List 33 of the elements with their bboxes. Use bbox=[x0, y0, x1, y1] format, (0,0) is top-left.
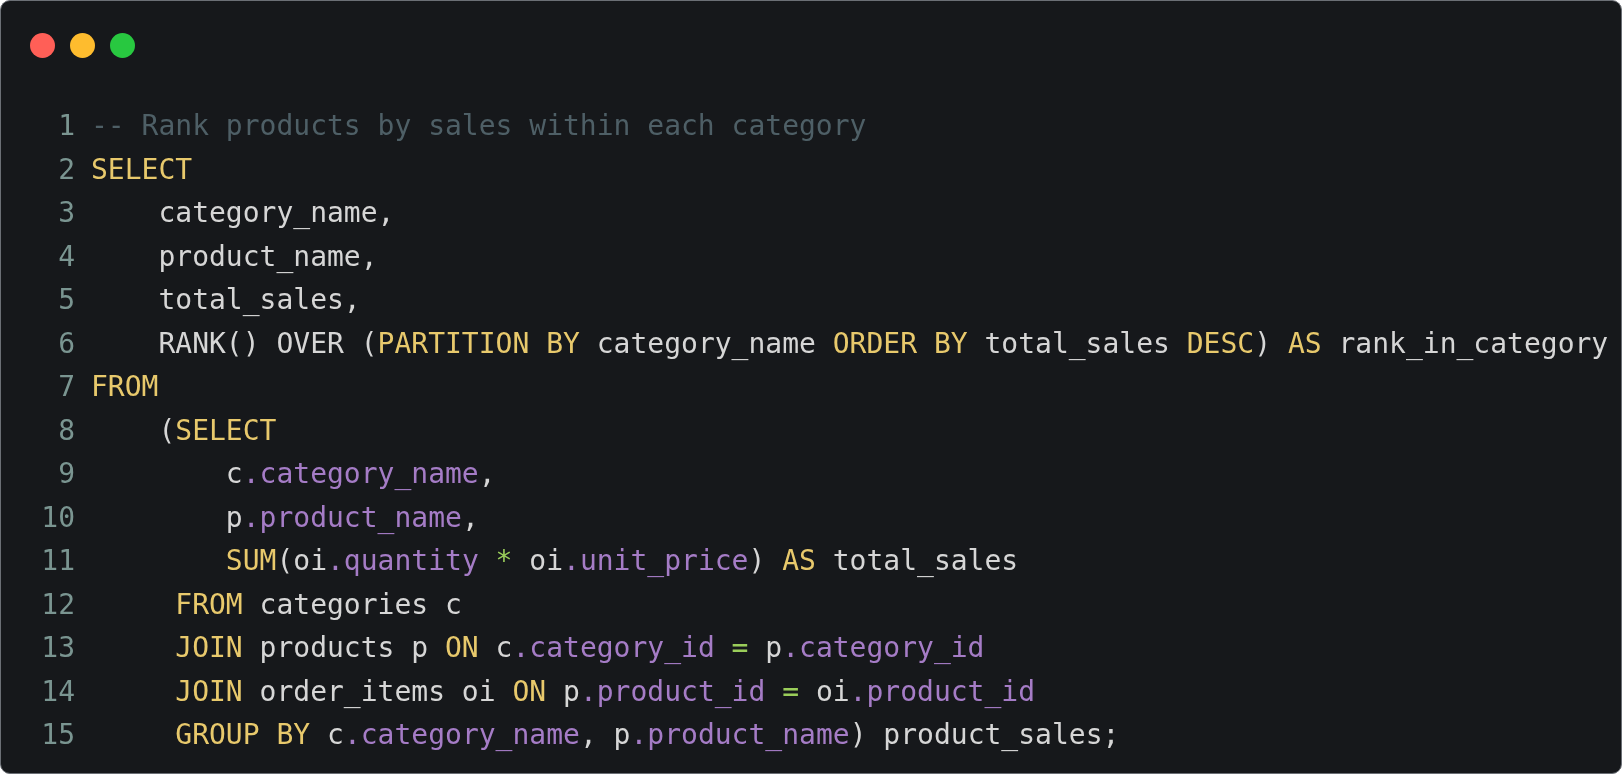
line-number: 5 bbox=[57, 283, 75, 317]
code-line: FROM categories c bbox=[174, 587, 462, 621]
code-line: p.product_name, bbox=[224, 500, 479, 534]
window-control-dot[interactable] bbox=[30, 32, 55, 58]
line-number: 12 bbox=[40, 587, 75, 621]
code-line: (SELECT bbox=[157, 413, 277, 447]
code-line: JOIN order_items oi ON p.product_id = oi.product_id bbox=[174, 674, 1036, 708]
window-control-dot[interactable] bbox=[70, 32, 95, 58]
line-number: 2 bbox=[57, 152, 75, 186]
line-number: 11 bbox=[40, 544, 75, 578]
line-number: 3 bbox=[57, 196, 75, 230]
line-number: 7 bbox=[57, 370, 75, 404]
line-number: 10 bbox=[40, 500, 75, 534]
line-number: 1 bbox=[57, 109, 75, 143]
code-line: SELECT bbox=[91, 152, 193, 186]
code-line: category_name, bbox=[157, 196, 395, 230]
code-line: RANK() OVER (PARTITION BY category_name ORDER BY total_sales DESC) AS rank_in_category bbox=[157, 326, 1609, 360]
line-number: 4 bbox=[57, 239, 75, 273]
line-number: 8 bbox=[57, 413, 75, 447]
code-line: FROM bbox=[91, 370, 159, 404]
line-number: 6 bbox=[57, 326, 75, 360]
line-number: 9 bbox=[57, 457, 75, 491]
code-line: JOIN products p ON c.category_id = p.category_id bbox=[174, 631, 985, 665]
code-line: c.category_name, bbox=[224, 457, 496, 491]
code-line: GROUP BY c.category_name, p.product_name) product_sales; bbox=[174, 718, 1120, 752]
line-number: 15 bbox=[40, 718, 75, 752]
code-line: product_name, bbox=[157, 239, 378, 273]
window-control-dot[interactable] bbox=[110, 32, 135, 58]
line-number: 13 bbox=[40, 631, 75, 665]
code-line: total_sales, bbox=[157, 283, 361, 317]
code-line: -- Rank products by sales within each category bbox=[91, 109, 867, 143]
code-line: SUM(oi.quantity * oi.unit_price) AS total_sales bbox=[224, 544, 1019, 578]
line-number: 14 bbox=[40, 674, 75, 708]
